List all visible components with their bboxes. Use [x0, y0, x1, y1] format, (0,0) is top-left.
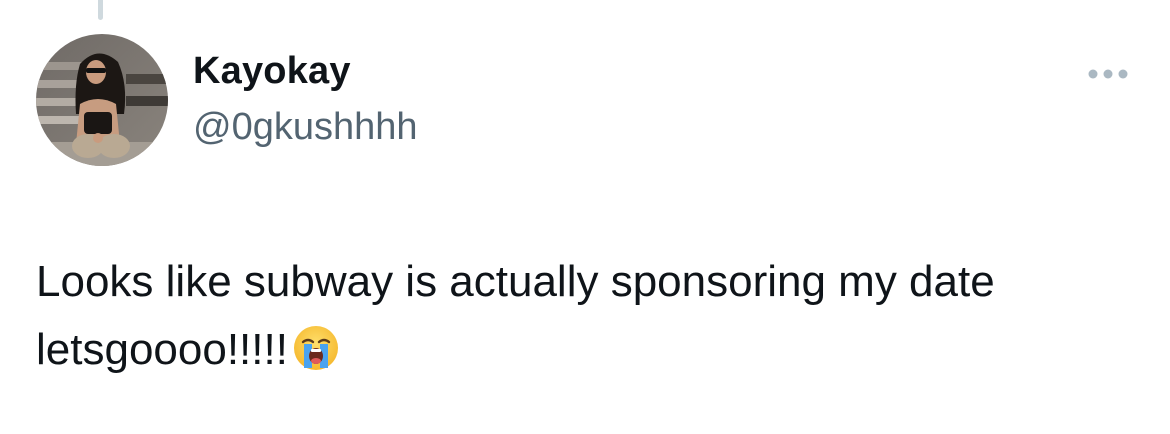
profile-photo-icon [36, 34, 168, 166]
loudly-crying-face-icon [293, 326, 338, 370]
tweet-text: Looks like subway is actually sponsoring… [36, 248, 1126, 384]
more-options-button[interactable] [1080, 56, 1136, 92]
tweet-text-content: Looks like subway is actually sponsoring… [36, 257, 995, 374]
author-avatar[interactable] [36, 34, 168, 166]
author-display-name[interactable]: Kayokay [193, 50, 351, 93]
more-options-icon [1088, 69, 1128, 79]
thread-connector-line [98, 0, 103, 20]
author-handle[interactable]: @0gkushhhh [193, 106, 418, 149]
